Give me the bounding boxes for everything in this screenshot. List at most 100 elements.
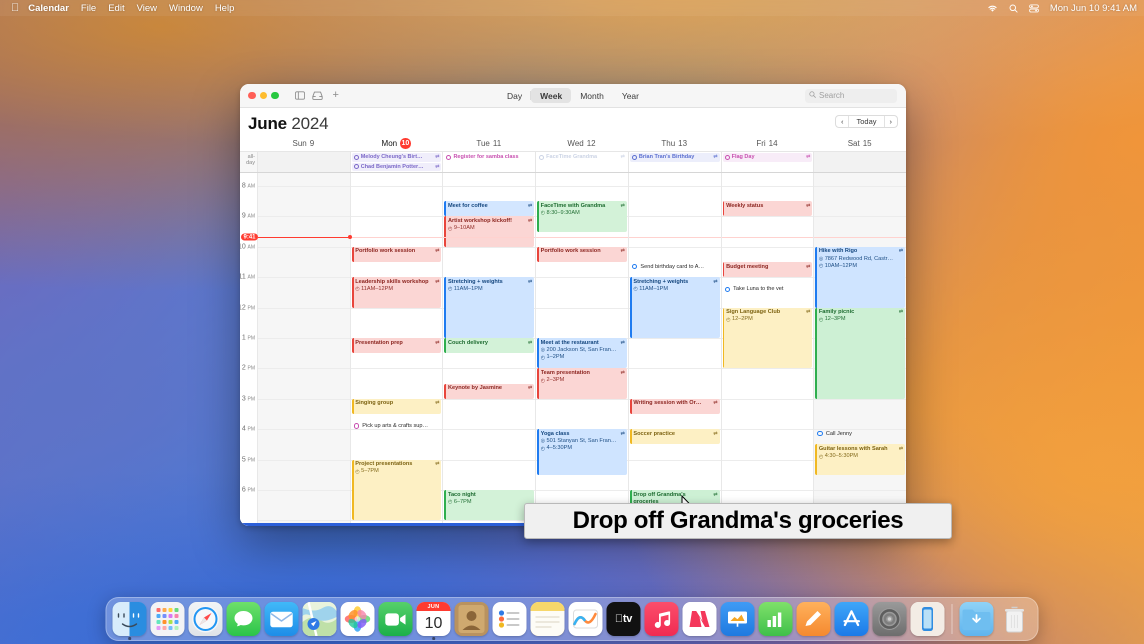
calendar-reminder[interactable]: Take Luna to the vet [723,285,813,294]
tab-week[interactable]: Week [531,88,572,103]
zoom-button[interactable] [271,91,279,100]
all-day-event[interactable]: FaceTime Grandma ⇄ [537,153,627,162]
dock-item-maps[interactable] [302,602,337,636]
day-column-sat[interactable]: Hike with Rigo ⇄ ◎ 7867 Redwood Rd, Castr… ◴… [813,173,906,526]
all-day-cell-thu[interactable]: Brian Tran's Birthday ⇄ [627,152,721,172]
search-field[interactable]: Search [805,88,897,103]
calendar-sidebar-icon[interactable] [294,91,305,100]
dock-item-photos[interactable] [340,602,375,636]
day-header-fri[interactable]: Fri 14 [721,136,814,151]
dock-item-system-settings[interactable] [872,602,907,636]
today-button[interactable]: Today [849,116,883,127]
calendar-event[interactable]: FaceTime with Grandma ⇄ ◴ 8:30–9:30AM [537,201,627,232]
dock-item-notes[interactable] [530,602,565,636]
menu-item-edit[interactable]: Edit [108,3,124,14]
tab-month[interactable]: Month [571,88,613,103]
calendar-event[interactable]: Portfolio work session ⇄ [537,246,627,262]
calendar-event[interactable]: Stretching + weights ⇄ ◴ 11AM–1PM [444,277,535,338]
calendar-event[interactable]: Weekly status ⇄ [722,201,813,217]
tab-day[interactable]: Day [498,88,532,103]
calendar-event[interactable]: Soccer practice ⇄ [629,429,720,445]
day-column-thu[interactable]: Stretching + weights ⇄ ◴ 11AM–1PM Writing se… [627,173,721,526]
calendar-event[interactable]: Guitar lessons with Sarah ⇄ ◴ 4:30–5:30PM [815,444,906,475]
all-day-cell-mon[interactable]: Melody Cheung's Birt… ⇄ Chad Benjamin Pott… [349,152,443,172]
dock-item-keynote[interactable] [720,602,755,636]
day-header-tue[interactable]: Tue 11 [442,136,535,151]
dock-item-music[interactable] [644,602,679,636]
all-day-cell-wed[interactable]: FaceTime Grandma ⇄ [535,152,628,172]
minimize-button[interactable] [259,91,267,100]
calendar-event[interactable]: Couch delivery ⇄ [444,338,535,354]
reminder-checkbox-icon[interactable] [724,286,731,293]
dock-item-finder[interactable] [112,602,147,640]
all-day-cell-fri[interactable]: Flag Day ⇄ [720,152,814,172]
spotlight-search-icon[interactable] [1009,4,1018,13]
all-day-event[interactable]: Brian Tran's Birthday ⇄ [629,153,720,162]
calendar-event[interactable]: Project presentations ⇄ ◴ 5–7PM [351,459,442,521]
next-week-button[interactable]: › [885,116,897,127]
dock-item-pages[interactable] [796,602,831,636]
calendar-event[interactable]: Presentation prep ⇄ [351,338,442,354]
day-header-sun[interactable]: Sun 9 [257,136,350,151]
all-day-cell-sat[interactable] [813,152,906,172]
reminder-checkbox-icon[interactable] [353,423,360,429]
menu-item-window[interactable]: Window [169,3,203,14]
day-column-tue[interactable]: Meet for coffee ⇄ Artist workshop kickoff!… [442,173,536,526]
calendar-grid-scroll[interactable]: 8 AM9 AM10 AM11 AM12 PM1 PM2 PM3 PM4 PM5… [240,173,906,526]
calendar-event[interactable]: Leadership skills workshop ⇄ ◴ 11AM–12PM [351,277,442,308]
prev-week-button[interactable]: ‹ [836,116,848,127]
day-column-fri[interactable]: Weekly status ⇄ Budget meeting ⇄ Sign Langua… [720,173,814,526]
day-header-wed[interactable]: Wed 12 [535,136,628,151]
calendar-event[interactable]: Portfolio work session ⇄ [351,246,442,262]
dock-item-news[interactable] [682,602,717,636]
all-day-cell-tue[interactable]: Register for samba class [442,152,536,172]
dock-item-mail[interactable] [264,602,299,636]
reminder-checkbox-icon[interactable] [631,263,638,270]
all-day-event[interactable]: Register for samba class [444,153,535,162]
day-column-mon[interactable]: Portfolio work session ⇄ Leadership skills… [349,173,443,526]
dock-item-trash[interactable] [998,602,1032,636]
inbox-icon[interactable] [311,91,323,100]
calendar-event[interactable]: Budget meeting ⇄ [722,262,813,278]
calendar-event[interactable]: Family picnic ⇄ ◴ 12–3PM [815,307,906,399]
calendar-event[interactable]: Meet for coffee ⇄ [444,201,535,217]
all-day-event[interactable]: Melody Cheung's Birt… ⇄ [351,153,442,162]
calendar-event[interactable]: Keynote by Jasmine ⇄ [444,383,535,399]
calendar-event[interactable]: Sign Language Club ⇄ ◴ 12–2PM [722,307,813,369]
dock-item-facetime[interactable] [378,602,413,636]
calendar-event[interactable]: Writing session with Or… ⇄ [629,398,720,414]
dock-item-reminders[interactable] [492,602,527,636]
all-day-cell-sun[interactable] [257,152,350,172]
menu-bar-clock[interactable]: Mon Jun 10 9:41 AM [1050,3,1137,14]
wifi-icon[interactable] [987,4,998,13]
all-day-event[interactable]: Flag Day ⇄ [722,153,813,162]
tab-year[interactable]: Year [613,88,648,103]
reminder-checkbox-icon[interactable] [817,430,823,437]
dock-item-contacts[interactable] [454,602,489,636]
apple-logo-icon[interactable]:  [11,2,19,14]
dock-item-messages[interactable] [226,602,261,636]
calendar-event[interactable]: Meet at the restaurant ⇄ ◎ 200 Jackson St, … [537,338,627,369]
day-header-mon[interactable]: Mon 10 [350,136,443,151]
dock-item-iphone-mirroring[interactable] [910,602,945,636]
close-button[interactable] [248,91,256,100]
calendar-event[interactable]: Singing group ⇄ [351,398,442,414]
menu-item-calendar[interactable]: Calendar [28,3,69,14]
menu-item-help[interactable]: Help [215,3,235,14]
calendar-reminder[interactable]: Send birthday card to A… [630,262,720,271]
calendar-event[interactable]: Hike with Rigo ⇄ ◎ 7867 Redwood Rd, Castr… ◴… [815,246,906,308]
calendar-event[interactable]: Stretching + weights ⇄ ◴ 11AM–1PM [629,277,720,338]
calendar-event[interactable]: Yoga class ⇄ ◎ 501 Stanyan St, San Fran… ◴ 4–… [537,429,627,475]
dock-item-app-store[interactable] [834,602,869,636]
calendar-event[interactable]: Team presentation ⇄ ◴ 2–3PM [537,368,627,399]
dock-item-launchpad[interactable] [150,602,185,636]
day-header-sat[interactable]: Sat 15 [813,136,906,151]
dock-item-calendar[interactable]: JUN 10 [416,602,451,640]
dock-item-freeform[interactable] [568,602,603,636]
control-center-icon[interactable] [1029,3,1039,13]
day-column-wed[interactable]: FaceTime with Grandma ⇄ ◴ 8:30–9:30AM Portfo… [535,173,628,526]
day-column-sun[interactable] [257,173,352,526]
dock-item-downloads-folder[interactable] [959,602,994,636]
calendar-reminder[interactable]: Call Jenny [815,429,905,438]
dock-item-apple-tv[interactable]: tv [606,602,641,636]
